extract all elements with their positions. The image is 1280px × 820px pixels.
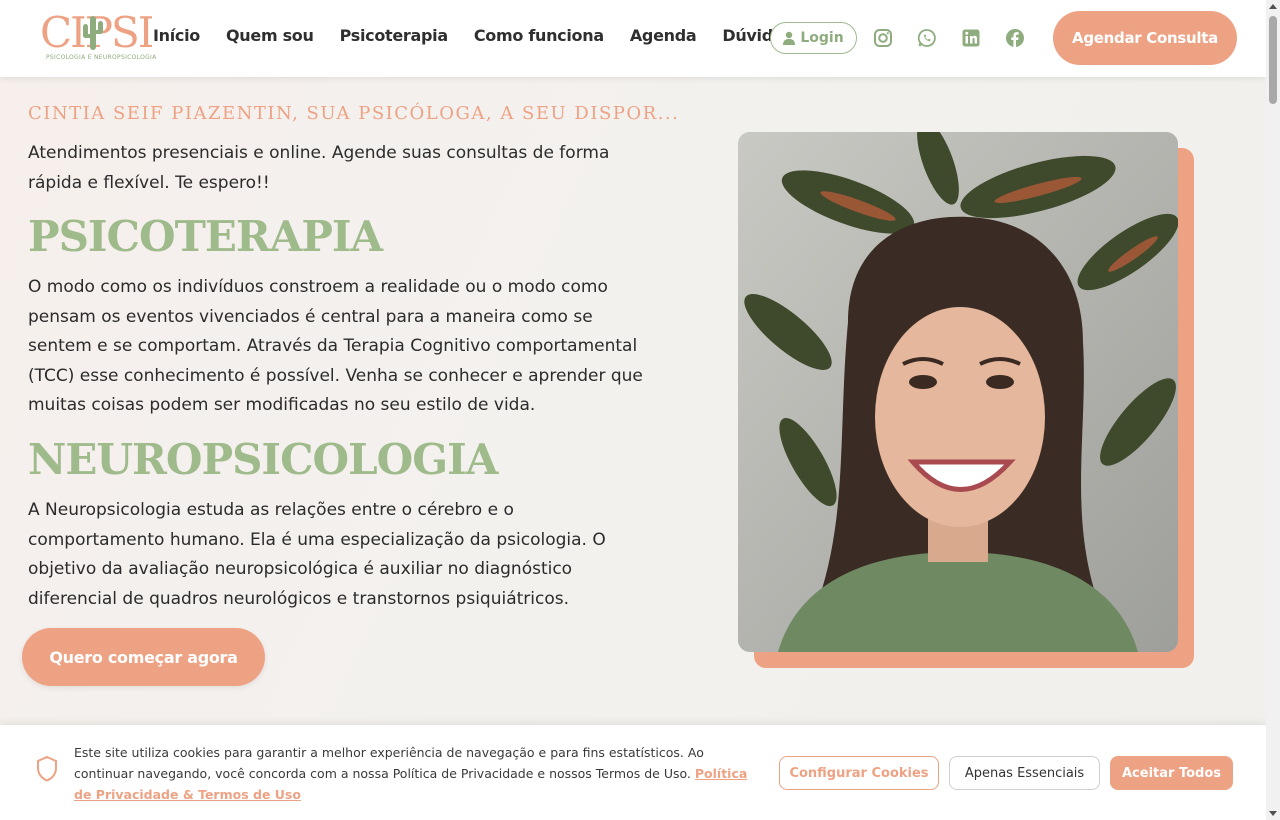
scroll-thumb[interactable] <box>1269 16 1277 104</box>
cookie-text: Este site utiliza cookies para garantir … <box>74 742 764 805</box>
neuropsicologia-text: A Neuropsicologia estuda as relações ent… <box>28 500 606 609</box>
neuropsicologia-title: NEUROPSICOLOGIA <box>28 435 498 484</box>
cookie-message: Este site utiliza cookies para garantir … <box>74 745 704 781</box>
configure-cookies-button[interactable]: Configurar Cookies <box>779 756 939 790</box>
accept-all-button[interactable]: Aceitar Todos <box>1110 756 1233 790</box>
scroll-down-arrow-icon[interactable] <box>1269 811 1277 816</box>
login-label: Login <box>800 30 844 46</box>
hero-eyebrow: CINTIA SEIF PIAZENTIN, SUA PSICÓLOGA, A … <box>28 103 680 124</box>
nav-inicio[interactable]: Início <box>153 26 200 45</box>
scroll-up-arrow-icon[interactable] <box>1269 4 1277 9</box>
schedule-appointment-button[interactable]: Agendar Consulta <box>1053 11 1237 65</box>
nav-como-funciona[interactable]: Como funciona <box>474 26 604 45</box>
site-header: CIPSI PSICOLOGIA E NEUROPSICOLOGIA Iníci… <box>0 0 1266 77</box>
instagram-icon[interactable] <box>873 28 893 48</box>
nav-quem-sou[interactable]: Quem sou <box>226 26 314 45</box>
portrait-illustration <box>738 132 1178 652</box>
linkedin-icon[interactable] <box>961 28 981 48</box>
shield-icon <box>37 755 57 782</box>
main-nav: Início Quem sou Psicoterapia Como funcio… <box>153 26 819 45</box>
page-scrollbar[interactable] <box>1266 0 1280 820</box>
psicoterapia-title: PSICOTERAPIA <box>28 212 383 261</box>
start-now-button[interactable]: Quero começar agora <box>22 628 265 686</box>
nav-agenda[interactable]: Agenda <box>630 26 697 45</box>
user-icon <box>783 31 796 45</box>
cookie-banner: Este site utiliza cookies para garantir … <box>0 725 1266 820</box>
logo[interactable]: CIPSI PSICOLOGIA E NEUROPSICOLOGIA <box>40 8 156 62</box>
logo-subtitle: PSICOLOGIA E NEUROPSICOLOGIA <box>46 54 157 61</box>
nav-psicoterapia[interactable]: Psicoterapia <box>340 26 449 45</box>
login-button[interactable]: Login <box>770 22 857 54</box>
whatsapp-icon[interactable] <box>917 28 937 48</box>
psychologist-photo <box>738 132 1178 652</box>
facebook-icon[interactable] <box>1005 28 1025 48</box>
cactus-icon <box>83 16 103 50</box>
hero-intro: Atendimentos presenciais e online. Agend… <box>28 143 610 193</box>
essential-only-button[interactable]: Apenas Essenciais <box>949 756 1100 790</box>
psicoterapia-text: O modo como os indivíduos constroem a re… <box>28 277 643 415</box>
